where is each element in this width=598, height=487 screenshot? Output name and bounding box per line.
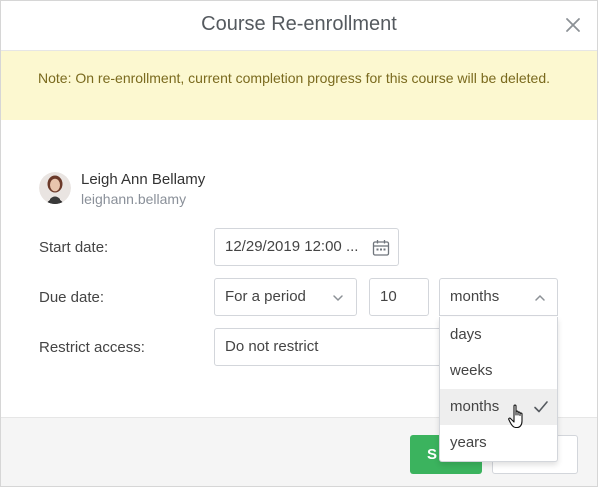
start-date-input[interactable]: 12/29/2019 12:00 ... [214,228,399,266]
dialog-header: Course Re-enrollment [1,1,597,51]
hand-cursor-icon [508,404,523,429]
due-date-type-select[interactable]: For a period [214,278,357,316]
dropdown-option-years[interactable]: years [440,425,557,461]
dropdown-option-months[interactable]: months [440,389,557,425]
user-login: leighann.bellamy [81,191,187,207]
start-date-label: Start date: [39,239,109,256]
dropdown-option-weeks[interactable]: weeks [440,353,557,389]
due-date-type-value: For a period [225,288,306,305]
restrict-access-value: Do not restrict [225,338,319,355]
option-label: weeks [450,362,493,379]
due-date-label: Due date: [39,289,105,306]
start-date-value: 12/29/2019 12:00 ... [225,238,359,255]
due-date-unit-select[interactable]: months [439,278,558,316]
option-label: months [450,398,500,415]
save-button-label: S [427,446,438,463]
calendar-icon[interactable] [372,239,390,257]
restrict-access-select[interactable]: Do not restrict [214,328,454,366]
option-label: years [450,434,487,451]
unit-dropdown-list: days weeks months years [439,317,558,462]
due-date-amount-input[interactable]: 10 [369,278,429,316]
due-date-amount-value: 10 [380,288,397,305]
chevron-up-icon [535,294,545,301]
course-reenrollment-dialog: Course Re-enrollment Note: On re-enrollm… [0,0,598,487]
user-name: Leigh Ann Bellamy [81,171,206,188]
dropdown-option-days[interactable]: days [440,317,557,353]
notice-banner: Note: On re-enrollment, current completi… [1,51,597,120]
chevron-down-icon [333,295,343,302]
dialog-title: Course Re-enrollment [201,13,397,35]
option-label: days [450,326,482,343]
avatar [39,172,71,204]
due-date-unit-value: months [450,288,500,305]
notice-text: Note: On re-enrollment, current completi… [38,70,551,86]
restrict-access-label: Restrict access: [39,339,145,356]
close-icon[interactable] [563,15,583,35]
check-icon [534,401,548,413]
